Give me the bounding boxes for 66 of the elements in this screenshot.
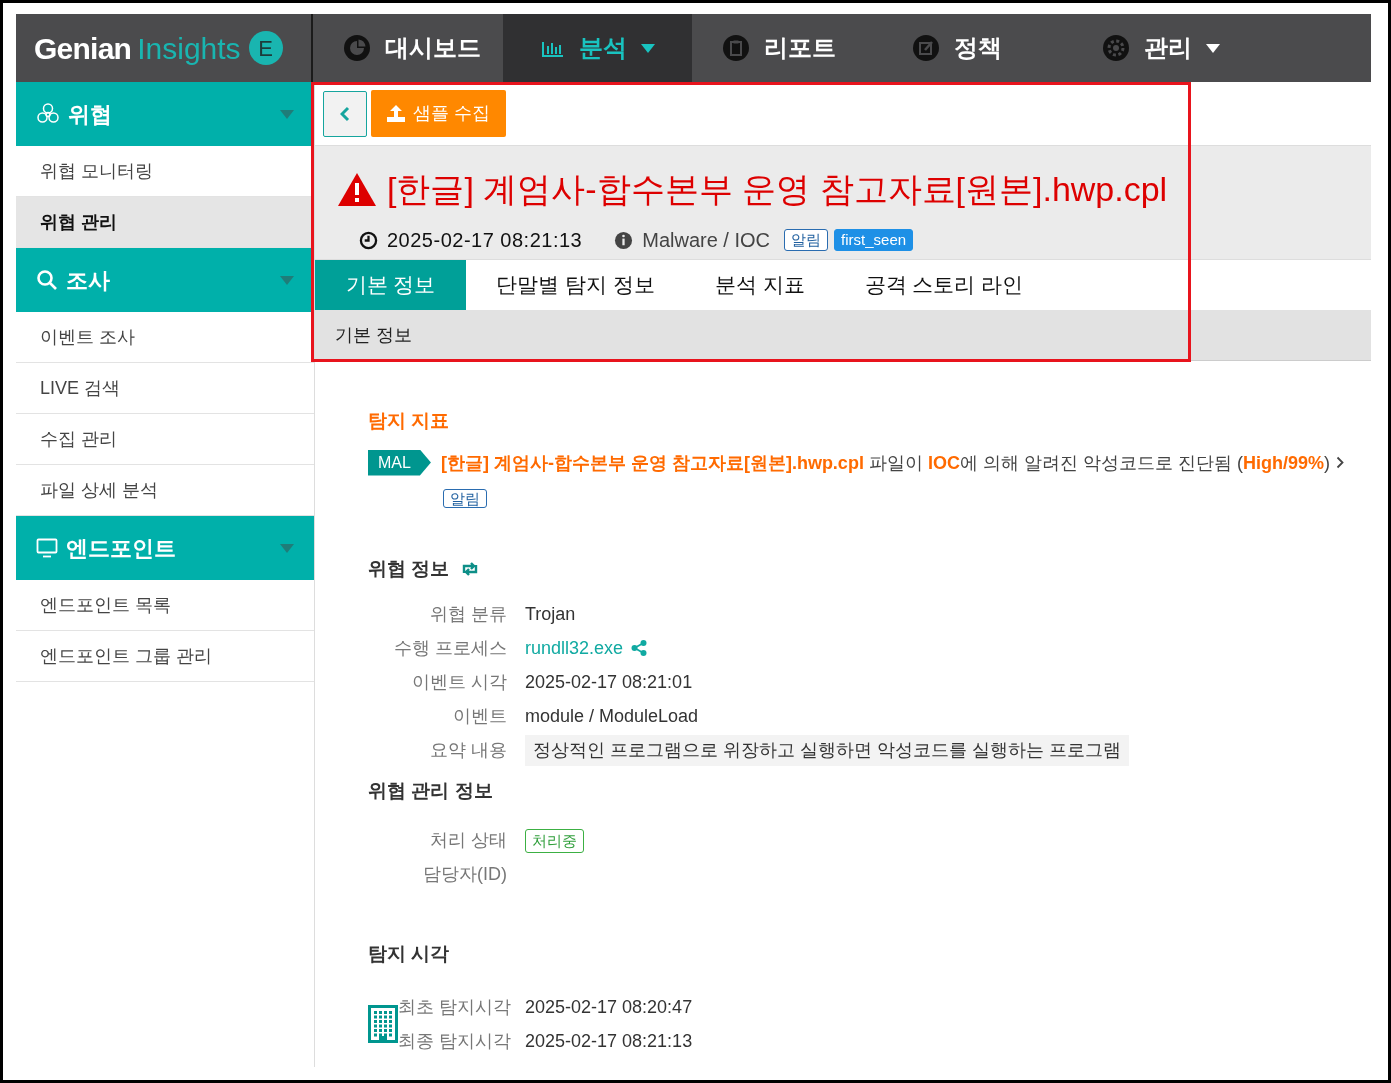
nav-item[interactable]: 정책 [882, 14, 1072, 82]
field-label: 이벤트 시각 [411, 670, 508, 694]
upload-icon [387, 105, 405, 122]
share-icon[interactable] [631, 640, 648, 656]
category-text: Malware / IOC [642, 228, 771, 253]
file-title: [한글] 계엄사-합수본부 운영 참고자료[원본].hwp.cpl [387, 169, 1168, 210]
tab[interactable]: 분석 지표 [684, 260, 835, 310]
section-heading: 위협 관리 정보 [368, 779, 494, 803]
caret-icon [280, 275, 294, 285]
caret-icon [280, 543, 294, 553]
field-label: 요약 내용 [429, 738, 508, 762]
nav-item[interactable]: 관리 [1072, 14, 1262, 82]
pie-chart-icon [343, 34, 371, 62]
field-label: 최종 탐지시각 [398, 1029, 512, 1053]
field-label: 최초 탐지시각 [398, 995, 512, 1019]
mal-badge: MAL [368, 449, 431, 476]
nav-item[interactable]: 분석 [503, 14, 692, 82]
sidebar-item[interactable]: 이벤트 조사 [16, 312, 314, 363]
clipboard-icon [722, 34, 750, 62]
biohazard-icon [36, 102, 60, 126]
field-value: 2025-02-17 08:20:47 [525, 995, 693, 1019]
tab[interactable]: 단말별 탐지 정보 [466, 260, 685, 310]
building-icon [368, 1005, 398, 1043]
field-label: 이벤트 [452, 704, 508, 728]
logo-word: Genian [34, 30, 132, 67]
logo-product: Insights [137, 30, 241, 67]
section-heading: 탐지 시각 [368, 941, 451, 966]
field-value: module / ModuleLoad [525, 704, 699, 728]
tag: first_seen [834, 229, 914, 251]
section-heading: 탐지 지표 [368, 409, 451, 433]
clock-icon [359, 230, 378, 250]
detection-sentence: [한글] 계엄사-합수본부 운영 참고자료[원본].hwp.cpl 파일이 IOC에 의해 알려진 악성코드로 진단됨 (High/99%) [440, 451, 1330, 475]
field-label: 위협 분류 [429, 602, 508, 626]
logo-badge: E [248, 31, 283, 65]
warning-icon [337, 172, 377, 207]
field-value: 2025-02-17 08:21:01 [525, 670, 693, 694]
back-button[interactable] [323, 90, 367, 137]
search-icon [36, 269, 58, 291]
sidebar-item[interactable]: 수집 관리 [16, 414, 314, 465]
field-value: Trojan [525, 602, 576, 626]
summary-text: 정상적인 프로그램으로 위장하고 실행하면 악성코드를 실행하는 프로그램 [525, 734, 1129, 766]
field-value: 2025-02-17 08:21:13 [525, 1029, 693, 1053]
tab[interactable]: 공격 스토리 라인 [834, 260, 1054, 310]
refresh-icon[interactable] [461, 561, 480, 576]
caret-icon [280, 109, 294, 119]
nav-item[interactable]: 대시보드 [313, 14, 503, 82]
sidebar-item[interactable]: 엔드포인트 그룹 관리 [16, 631, 314, 682]
field-label: 수행 프로세스 [393, 636, 508, 660]
tag: 알림 [443, 488, 487, 508]
chevron-right-icon[interactable] [1335, 455, 1344, 469]
sidebar-item[interactable]: 엔드포인트 목록 [16, 580, 314, 631]
chevron-left-icon [340, 105, 350, 122]
status-tag: 처리중 [525, 828, 584, 853]
tag: 알림 [784, 229, 829, 251]
sidebar-item[interactable]: LIVE 검색 [16, 363, 314, 414]
info-icon [614, 230, 634, 250]
edit-icon [912, 34, 940, 62]
field-label: 처리 상태 [429, 829, 508, 852]
section-heading: 위협 정보 [368, 556, 450, 581]
settings-icon [1102, 34, 1130, 62]
monitor-icon [36, 538, 58, 558]
sidebar-item[interactable]: 위협 관리 [16, 197, 314, 248]
field-label: 담당자(ID) [422, 863, 508, 886]
nav-item[interactable]: 리포트 [692, 14, 882, 82]
section-bar: 기본 정보 [315, 310, 1371, 361]
timestamp: 2025-02-17 08:21:13 [387, 228, 583, 253]
